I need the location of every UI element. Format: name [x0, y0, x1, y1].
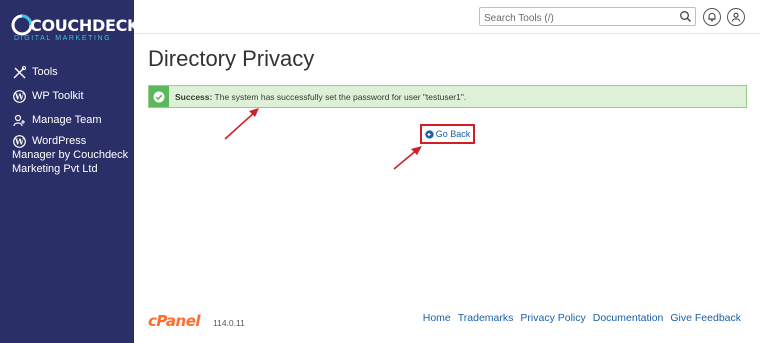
sidebar: COUCHDECK DIGITAL MARKETING Tools W WP T… — [0, 0, 139, 343]
search-icon[interactable] — [679, 10, 692, 23]
sidebar-item-wordpress-manager[interactable]: W WordPress Manager by Couchdeck Marketi… — [12, 134, 130, 176]
alert-message: Success: The system has successfully set… — [175, 92, 466, 102]
sidebar-item-wp-toolkit[interactable]: W WP Toolkit — [12, 84, 130, 108]
footer-link-privacy-policy[interactable]: Privacy Policy — [520, 312, 585, 324]
cpanel-version: 114.0.11 — [213, 318, 245, 328]
footer-link-documentation[interactable]: Documentation — [593, 312, 664, 324]
arrow-circle-left-icon — [425, 129, 434, 139]
sidebar-item-tools[interactable]: Tools — [12, 60, 130, 84]
footer-link-home[interactable]: Home — [423, 312, 451, 324]
annotation-arrow-1 — [224, 108, 259, 140]
sidebar-nav: Tools W WP Toolkit Manage Team W WordPre… — [12, 60, 130, 176]
alert-icon-box — [149, 86, 169, 107]
sidebar-item-label: WP Toolkit — [32, 90, 84, 102]
top-header — [134, 0, 760, 34]
logo-main-text: COUCHDECK — [30, 16, 140, 35]
go-back-button[interactable]: Go Back — [420, 124, 475, 144]
notifications-button[interactable] — [703, 8, 721, 26]
user-menu-button[interactable] — [727, 8, 745, 26]
alert-text: The system has successfully set the pass… — [212, 91, 467, 102]
cpanel-logo[interactable]: cPanel — [148, 312, 201, 330]
sidebar-item-label: Tools — [32, 66, 58, 78]
tools-icon — [12, 65, 26, 79]
annotation-arrow-2 — [393, 146, 422, 170]
alert-strong: Success: — [175, 91, 213, 102]
footer-links: Home Trademarks Privacy Policy Documenta… — [423, 312, 741, 324]
wordpress-icon: W — [12, 89, 26, 103]
sidebar-item-manage-team[interactable]: Manage Team — [12, 108, 130, 132]
search-box[interactable] — [479, 7, 696, 27]
search-input[interactable] — [480, 10, 670, 27]
go-back-label: Go Back — [435, 129, 471, 139]
success-alert: Success: The system has successfully set… — [148, 85, 747, 108]
user-add-icon — [12, 113, 26, 127]
sidebar-item-label: WordPress Manager by Couchdeck Marketing… — [12, 135, 129, 175]
user-icon — [731, 12, 741, 22]
couchdeck-logo[interactable]: COUCHDECK DIGITAL MARKETING — [10, 12, 139, 46]
sidebar-item-label: Manage Team — [32, 114, 102, 126]
svg-text:W: W — [14, 91, 25, 101]
footer-link-give-feedback[interactable]: Give Feedback — [670, 312, 741, 324]
bell-icon — [708, 12, 716, 22]
logo-sub-text: DIGITAL MARKETING — [14, 35, 112, 42]
footer-link-trademarks[interactable]: Trademarks — [458, 312, 514, 324]
page-title: Directory Privacy — [148, 46, 315, 71]
check-circle-icon — [153, 91, 165, 102]
